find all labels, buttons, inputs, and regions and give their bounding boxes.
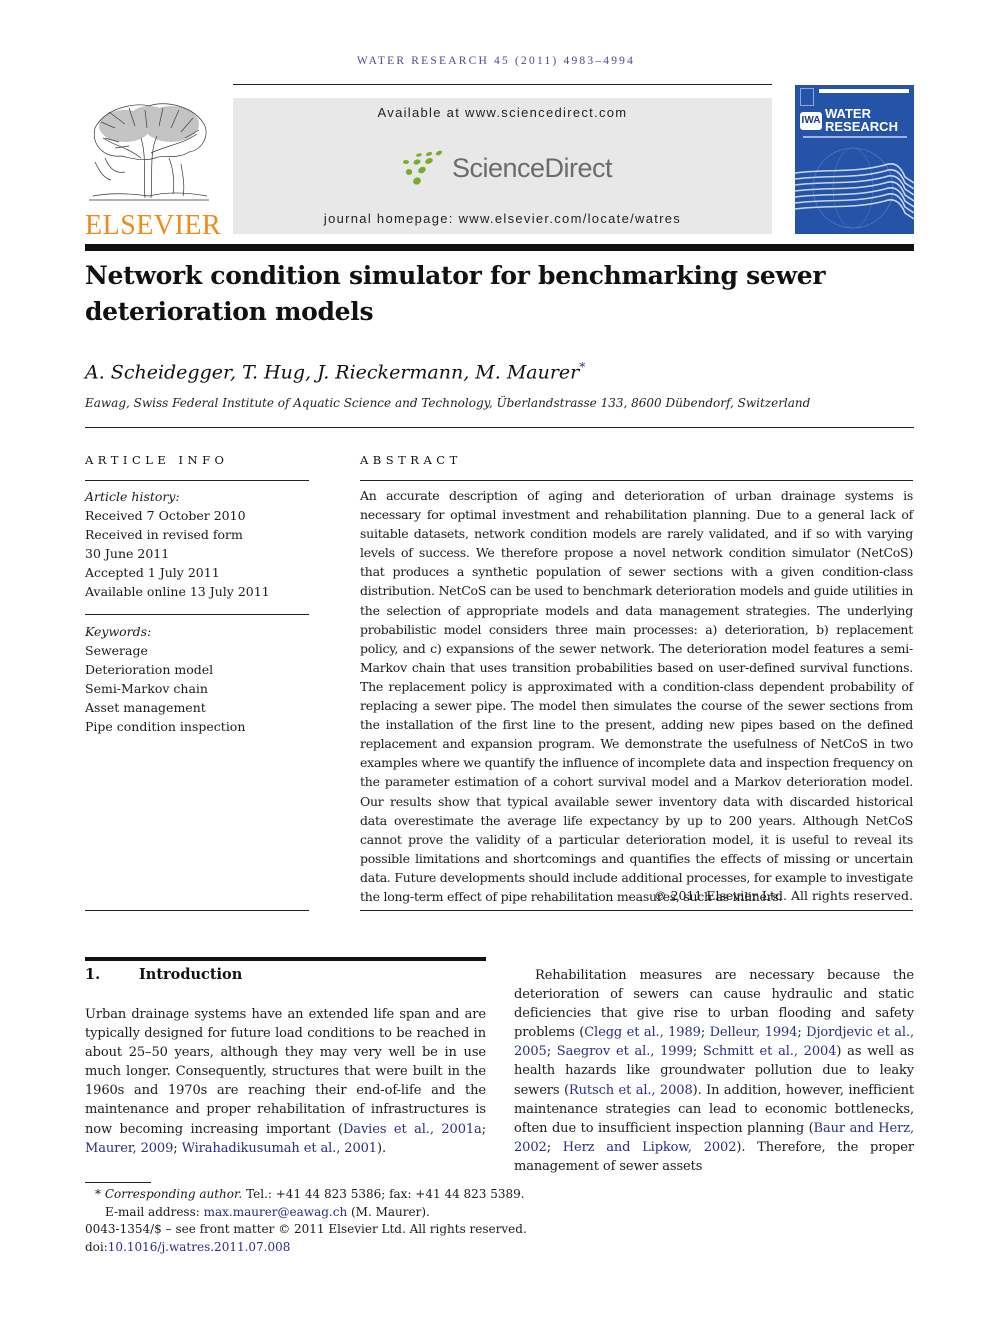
abstract-copyright: © 2011 Elsevier Ltd. All rights reserved… — [654, 888, 913, 903]
section-number: 1. — [85, 966, 101, 983]
keyword-item: Sewerage — [85, 643, 148, 658]
affiliation: Eawag, Swiss Federal Institute of Aquati… — [85, 396, 811, 410]
citation-link[interactable]: Delleur, 1994 — [710, 1025, 798, 1040]
keyword-item: Pipe condition inspection — [85, 719, 246, 734]
email-label: E-mail address: — [105, 1204, 204, 1219]
article-title: Network condition simulator for benchmar… — [85, 261, 826, 326]
introduction-rule — [85, 957, 486, 961]
author-list: A. Scheidegger, T. Hug, J. Rieckermann, … — [85, 360, 585, 383]
sciencedirect-logo[interactable]: ScienceDirect — [399, 148, 613, 188]
citation-link[interactable]: Saegrov et al., 1999 — [557, 1044, 693, 1059]
citation-link[interactable]: Schmitt et al., 2004 — [703, 1044, 837, 1059]
paragraph-text: ). — [376, 1140, 386, 1156]
elsevier-logo[interactable]: ELSEVIER — [85, 98, 222, 241]
doi-line: doi:10.1016/j.watres.2011.07.008 — [85, 1239, 545, 1257]
available-at-link[interactable]: Available at www.sciencedirect.com — [233, 105, 772, 120]
history-item: Received in revised form — [85, 527, 243, 542]
corresponding-author-link[interactable]: * — [579, 360, 585, 374]
email-tail: (M. Maurer). — [347, 1204, 430, 1219]
running-head: WATER RESEARCH 45 (2011) 4983–4994 — [356, 55, 636, 67]
abstract-heading: ABSTRACT — [360, 453, 462, 467]
cover-title: WATER RESEARCH — [825, 107, 898, 133]
section-heading-introduction: 1. Introduction — [85, 966, 242, 983]
citation-link[interactable]: Clegg et al., 1989 — [584, 1025, 701, 1040]
authors: A. Scheidegger, T. Hug, J. Rieckermann, … — [85, 361, 580, 384]
keywords-label: Keywords: — [85, 624, 152, 639]
email-note: E-mail address: max.maurer@eawag.ch (M. … — [85, 1204, 545, 1222]
keyword-item: Asset management — [85, 700, 206, 715]
contact-numbers: Tel.: +41 44 823 5386; fax: +41 44 823 5… — [242, 1187, 525, 1201]
corresponding-label: Corresponding author. — [104, 1187, 243, 1201]
keywords: Keywords: Sewerage Deterioration model S… — [85, 622, 309, 736]
introduction-right-column: Rehabilitation measures are necessary be… — [514, 966, 914, 1176]
history-item: Accepted 1 July 2011 — [85, 565, 220, 580]
header-thick-rule — [85, 244, 914, 251]
article-info-bottom-rule — [85, 910, 309, 911]
corresponding-author-note: * Corresponding author. Tel.: +41 44 823… — [85, 1186, 545, 1204]
abstract-bottom-rule — [360, 910, 913, 911]
article-history: Article history: Received 7 October 2010… — [85, 487, 309, 601]
cover-elsevier-icon — [800, 88, 814, 106]
doi-label: doi: — [85, 1239, 108, 1254]
sciencedirect-wordmark: ScienceDirect — [452, 153, 613, 183]
history-item: 30 June 2011 — [85, 546, 170, 561]
paragraph: Urban drainage systems have an extended … — [85, 1007, 486, 1156]
email-link[interactable]: max.maurer@eawag.ch — [204, 1205, 348, 1219]
journal-cover[interactable]: IWA WATER RESEARCH — [795, 85, 914, 234]
section-title: Introduction — [139, 966, 243, 983]
sciencedirect-banner: Available at www.sciencedirect.com Scien… — [233, 98, 772, 234]
history-item: Available online 13 July 2011 — [85, 584, 270, 599]
citation-link[interactable]: Herz and Lipkow, 2002 — [563, 1140, 737, 1155]
elsevier-wordmark: ELSEVIER — [85, 210, 222, 241]
journal-homepage-link[interactable]: journal homepage: www.elsevier.com/locat… — [233, 211, 772, 226]
abstract-rule — [360, 480, 913, 481]
article-info-heading: ARTICLE INFO — [85, 453, 229, 467]
footnote-rule — [85, 1182, 151, 1183]
cover-subtitle-bar — [803, 136, 907, 138]
cover-waves-icon — [795, 147, 914, 229]
cover-title-line2: RESEARCH — [825, 119, 898, 134]
abstract-text: An accurate description of aging and det… — [360, 488, 913, 904]
elsevier-tree-icon — [89, 103, 209, 201]
footnotes: * Corresponding author. Tel.: +41 44 823… — [85, 1186, 545, 1256]
article-info-rule — [85, 480, 309, 481]
cover-top-bar — [819, 89, 909, 93]
paragraph-text: Urban drainage systems have an extended … — [85, 1007, 486, 1137]
footnote-mark: * — [95, 1187, 101, 1201]
keyword-item: Deterioration model — [85, 662, 214, 677]
keywords-rule — [85, 614, 309, 615]
history-item: Received 7 October 2010 — [85, 508, 246, 523]
affiliation-rule — [85, 427, 914, 428]
introduction-left-column: Urban drainage systems have an extended … — [85, 1005, 486, 1158]
keyword-item: Semi-Markov chain — [85, 681, 208, 696]
citation-link[interactable]: Wirahadikusumah et al., 2001 — [182, 1141, 377, 1156]
citation-link[interactable]: Rutsch et al., 2008 — [569, 1083, 693, 1098]
citation-link[interactable]: Davies et al., 2001a — [343, 1122, 482, 1137]
header-top-rule — [233, 84, 772, 85]
citation-link[interactable]: Maurer, 2009 — [85, 1141, 173, 1156]
history-label: Article history: — [85, 489, 180, 504]
iwa-logo-icon: IWA — [800, 112, 822, 130]
front-matter: 0043-1354/$ – see front matter © 2011 El… — [85, 1222, 527, 1237]
paragraph: Rehabilitation measures are necessary be… — [514, 968, 915, 1174]
doi-link[interactable]: 10.1016/j.watres.2011.07.008 — [108, 1240, 291, 1254]
sciencedirect-dots-icon — [403, 150, 443, 185]
